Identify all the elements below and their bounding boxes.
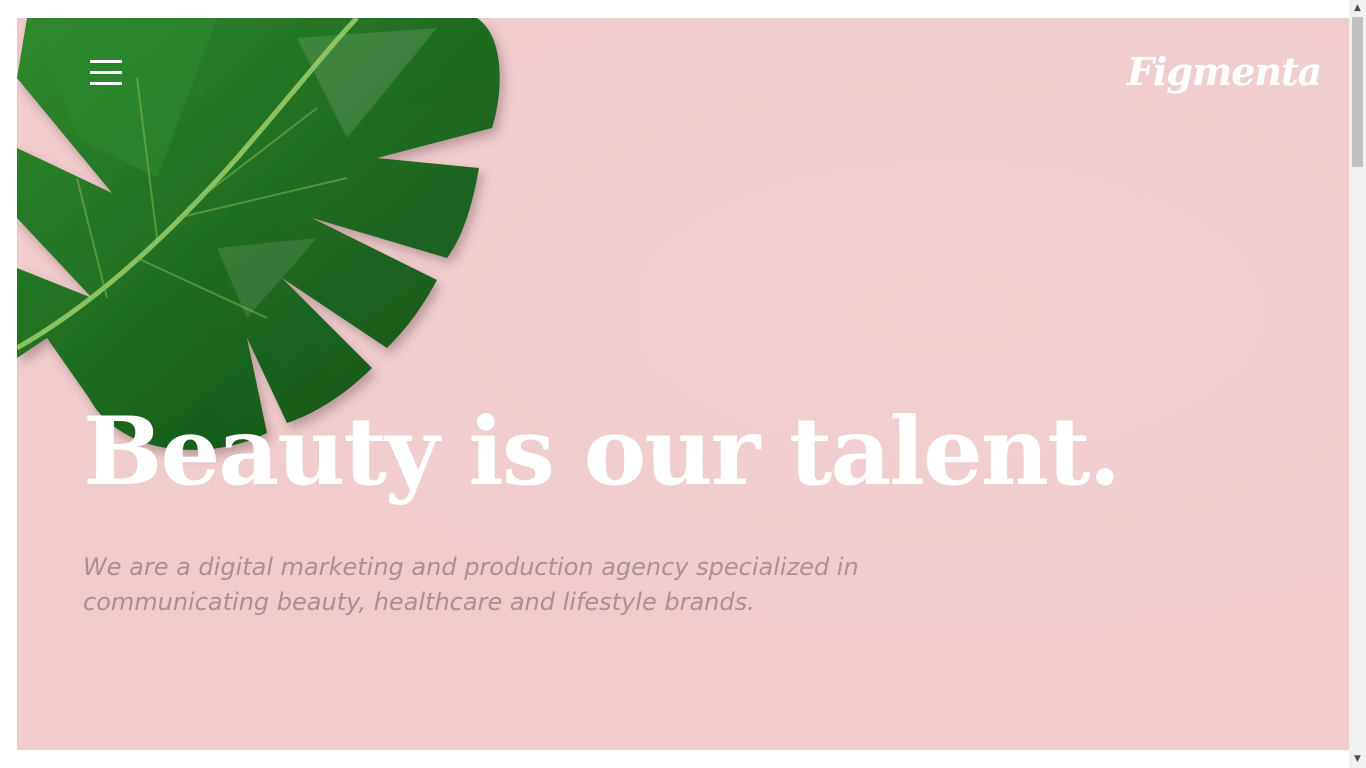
scrollbar-thumb[interactable] xyxy=(1352,17,1363,167)
scroll-down-arrow-icon[interactable]: ▼ xyxy=(1349,751,1366,768)
hamburger-menu-icon-bar-top xyxy=(90,60,122,63)
hero-section: Figmenta Beauty is our talent. We are a … xyxy=(17,18,1349,750)
hamburger-menu-icon-bar-bottom xyxy=(90,82,122,85)
figmenta-logo[interactable]: Figmenta xyxy=(1127,40,1322,104)
hero-headline: Beauty is our talent. xyxy=(83,397,1121,507)
hero-subheadline: We are a digital marketing and productio… xyxy=(83,553,859,616)
scroll-up-arrow-icon[interactable]: ▲ xyxy=(1349,0,1366,17)
hamburger-menu-icon-bar-middle xyxy=(90,71,122,74)
hamburger-menu-button[interactable] xyxy=(90,60,124,88)
vertical-scrollbar[interactable]: ▲ ▼ xyxy=(1349,0,1366,768)
